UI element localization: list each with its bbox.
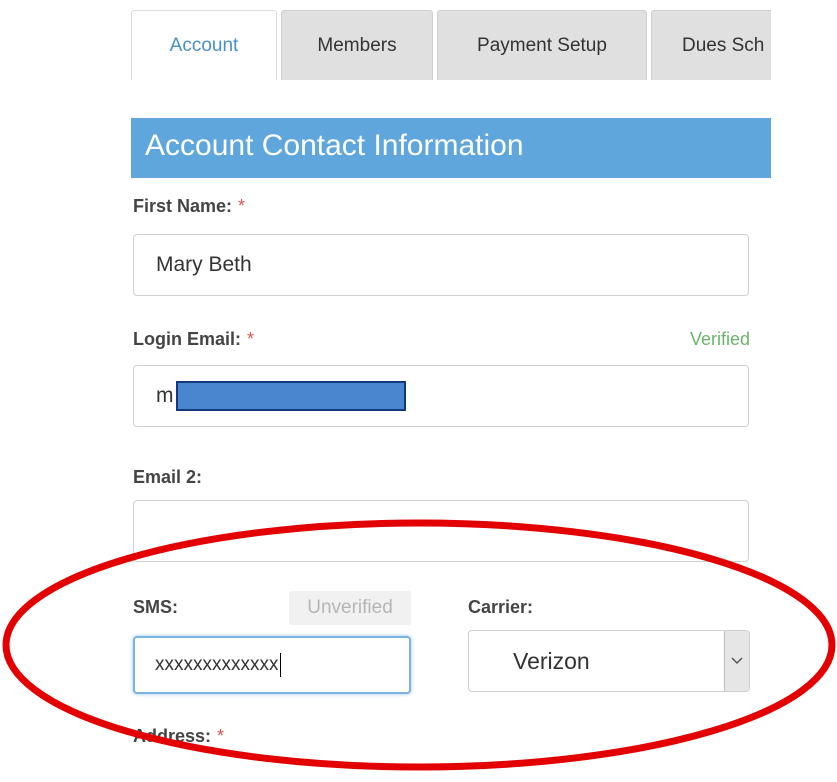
tab-payment-setup[interactable]: Payment Setup xyxy=(437,10,647,80)
login-email-verified-status: Verified xyxy=(689,329,750,349)
text-cursor xyxy=(279,653,281,677)
required-mark: * xyxy=(247,329,255,349)
tab-account[interactable]: Account xyxy=(131,10,277,80)
chevron-down-icon xyxy=(731,657,743,665)
login-email-label-text: Login Email: xyxy=(133,329,241,349)
first-name-label-text: First Name: xyxy=(133,196,233,216)
carrier-select[interactable]: Verizon xyxy=(468,630,750,692)
carrier-label: Carrier: xyxy=(468,597,534,617)
login-email-value: m xyxy=(156,384,174,407)
section-header: Account Contact Information xyxy=(131,118,771,178)
login-email-input[interactable]: m xyxy=(133,365,749,427)
address-label: Address: * xyxy=(133,726,224,747)
redaction-block xyxy=(175,381,406,411)
required-mark: * xyxy=(217,726,225,746)
required-mark: * xyxy=(238,196,246,216)
login-email-label: Login Email: * xyxy=(133,329,254,350)
first-name-value: Mary Beth xyxy=(156,253,252,276)
first-name-label: First Name: * xyxy=(133,196,245,217)
email2-label: Email 2: xyxy=(133,467,203,487)
tab-bar: Account Members Payment Setup Dues Sch xyxy=(131,10,771,80)
address-label-text: Address: xyxy=(133,726,212,746)
tab-members[interactable]: Members xyxy=(281,10,433,80)
carrier-dropdown-button[interactable] xyxy=(724,631,749,691)
sms-unverified-button[interactable]: Unverified xyxy=(289,591,411,625)
email2-input[interactable] xyxy=(133,500,749,562)
carrier-selected-value: Verizon xyxy=(513,647,590,674)
sms-value: xxxxxxxxxxxxx xyxy=(155,654,279,675)
sms-label: SMS: xyxy=(133,597,178,617)
sms-input[interactable]: xxxxxxxxxxxxx xyxy=(133,636,411,694)
first-name-input[interactable]: Mary Beth xyxy=(133,234,749,296)
tab-dues-schedule[interactable]: Dues Sch xyxy=(651,10,771,80)
